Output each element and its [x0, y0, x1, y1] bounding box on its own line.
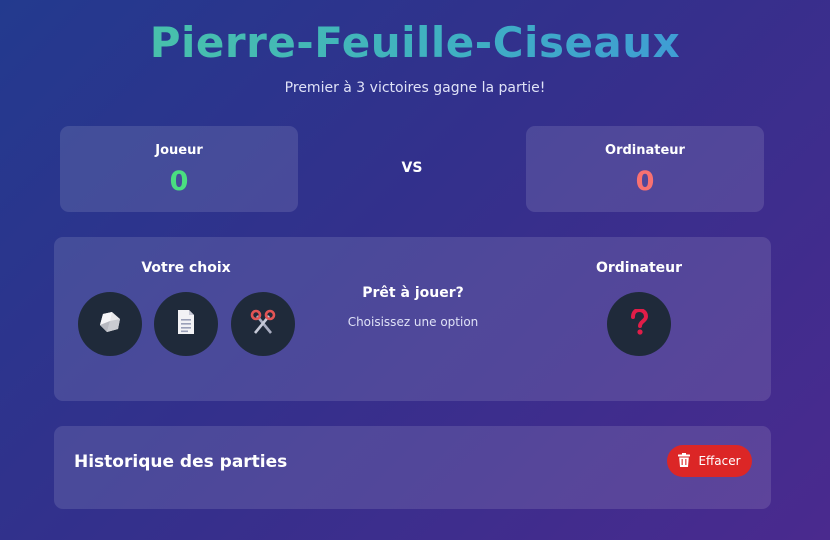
computer-score-card: Ordinateur 0	[526, 126, 764, 212]
page-title: Pierre-Feuille-Ciseaux	[0, 18, 830, 67]
history-title: Historique des parties	[74, 452, 288, 472]
computer-choice-label: Ordinateur	[595, 260, 683, 276]
player-score-value: 0	[169, 166, 189, 197]
question-mark-icon	[630, 307, 649, 339]
clear-history-label: Effacer	[698, 454, 741, 468]
player-choice-label: Votre choix	[141, 260, 231, 276]
scissors-icon	[250, 309, 276, 339]
scissors-button[interactable]	[231, 292, 295, 356]
vs-label: VS	[401, 160, 423, 176]
status-subtitle: Choisissez une option	[347, 315, 479, 329]
paper-button[interactable]	[154, 292, 218, 356]
page-subtitle: Premier à 3 victoires gagne la partie!	[284, 80, 546, 96]
status-title: Prêt à jouer?	[362, 285, 464, 301]
history-panel: Historique des parties Effacer	[54, 426, 771, 509]
computer-choice-display	[607, 292, 671, 356]
computer-score-value: 0	[635, 166, 655, 197]
player-score-label: Joueur	[155, 143, 203, 158]
paper-icon	[175, 309, 197, 339]
rock-icon	[97, 310, 123, 338]
trash-icon	[678, 452, 691, 470]
player-score-card: Joueur 0	[60, 126, 298, 212]
computer-score-label: Ordinateur	[605, 143, 685, 158]
rock-button[interactable]	[78, 292, 142, 356]
clear-history-button[interactable]: Effacer	[667, 445, 752, 477]
